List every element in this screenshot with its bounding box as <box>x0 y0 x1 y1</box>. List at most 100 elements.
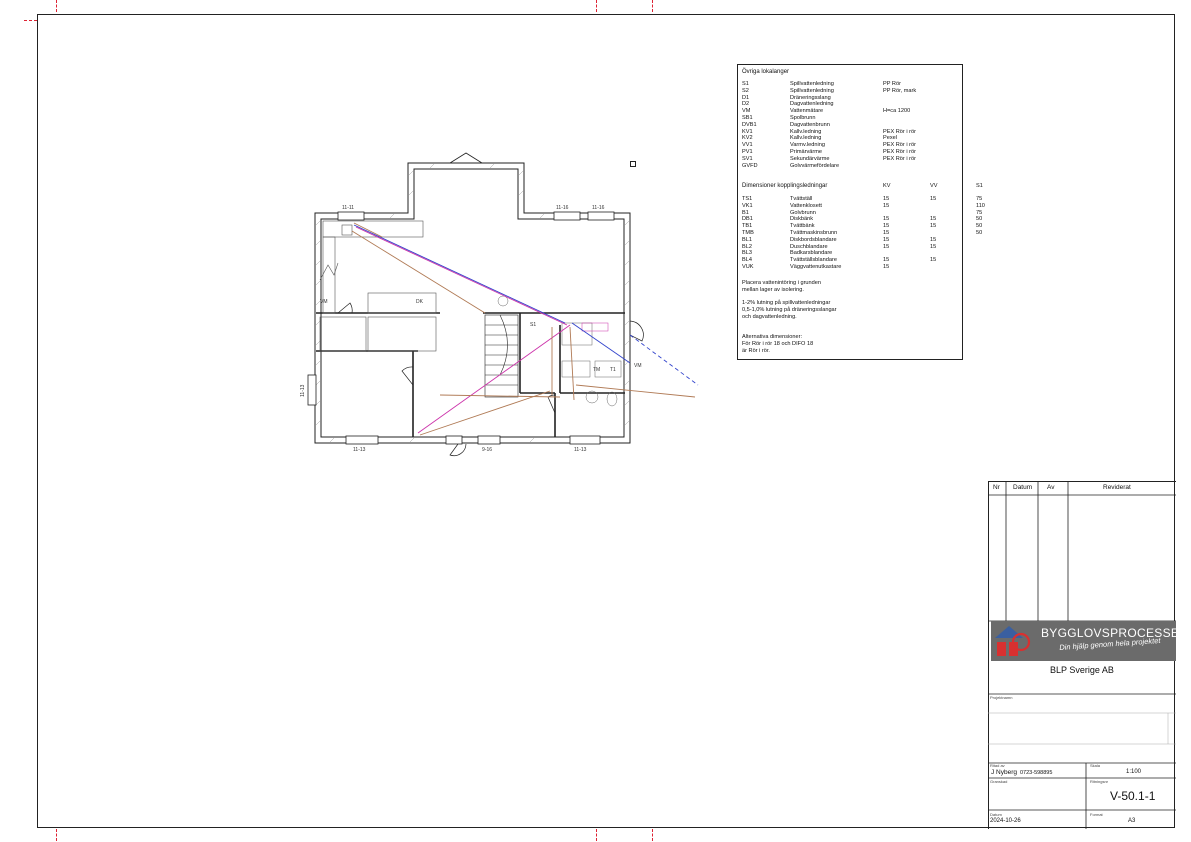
legend-kv: 15 <box>883 202 890 209</box>
window-label: 9-16 <box>482 447 492 453</box>
legend-vv: 15 <box>930 196 937 202</box>
legend-vv: 15 <box>930 243 937 250</box>
legend-kv: 15 <box>883 257 890 264</box>
tb-header-av: Av <box>1047 484 1055 491</box>
window-label: 11-13 <box>353 447 366 453</box>
legend-s1: 50 <box>976 223 983 230</box>
room-label: TM <box>593 367 600 373</box>
legend-name: Dräneringsslang <box>790 94 831 101</box>
legend-code: S2 <box>742 87 749 94</box>
legend-code: D1 <box>742 94 750 101</box>
legend-kv: 15 <box>883 236 890 243</box>
legend-kv: 15 <box>883 264 890 270</box>
window-label: 11-16 <box>592 205 605 211</box>
marker-square <box>630 161 636 167</box>
legend-section-2-title: Dimensioner kopplingsledningar <box>742 183 828 189</box>
legend-vv: 15 <box>930 216 937 223</box>
legend-code: SV1 <box>742 155 753 162</box>
legend-s1: 110 <box>976 202 985 209</box>
legend-material: PEX Rör i rör <box>883 149 916 155</box>
legend-material: H=ca 1200 <box>883 108 911 115</box>
legend-material: PEX Rör i rör <box>883 155 916 162</box>
company-logo: BYGGLOVSPROCESSEN Din hjälp genom hela p… <box>991 621 1188 661</box>
legend-name: Tvättmaskinsbrunn <box>790 230 838 236</box>
legend-name: Duschblandare <box>790 243 828 250</box>
room-label: VM <box>320 299 328 305</box>
legend-code: PV1 <box>742 149 753 155</box>
legend-code: KV2 <box>742 135 753 142</box>
format: A3 <box>1128 818 1136 824</box>
room-label: VM <box>634 363 642 369</box>
legend-name: Spillvattenledning <box>790 87 834 94</box>
legend-code: DB1 <box>742 216 753 223</box>
tb-header-reviderat: Reviderat <box>1103 484 1131 491</box>
legend-code: TB1 <box>742 223 753 230</box>
legend-vv: 15 <box>930 236 937 243</box>
drawing-number: V-50.1-1 <box>1110 789 1156 803</box>
legend-code: VM <box>742 108 751 115</box>
legend-name: Golvvärmefördelare <box>790 162 840 169</box>
legend-s1: 75 <box>976 196 983 202</box>
field-ritningsnr: Ritningsnr <box>1090 779 1109 784</box>
legend-name: Kallv.ledning <box>790 135 822 142</box>
margin-tick <box>652 0 653 12</box>
legend-code: VV1 <box>742 142 753 149</box>
legend-name: Spillvattenledning <box>790 81 834 87</box>
legend-code: GVFD <box>742 162 758 169</box>
window-label: 11-11 <box>342 205 354 211</box>
room-label: S1 <box>530 322 536 328</box>
field-ritad-av: Ritad av <box>990 763 1005 768</box>
legend-note: är Rör i rör. <box>742 348 770 354</box>
legend-material: PEX Rör i rör <box>883 128 916 135</box>
legend-name: Golvbrunn <box>790 209 816 216</box>
legend-name: Vattenmätare <box>790 108 824 115</box>
legend-material: PEX Rör i rör <box>883 142 916 149</box>
legend-code: BL2 <box>742 243 752 250</box>
legend-name: Primärvärme <box>790 149 823 155</box>
legend-name: Diskbordsblandare <box>790 236 837 243</box>
legend-code: SB1 <box>742 115 753 121</box>
legend-name: Väggvattenutkastare <box>790 264 842 270</box>
legend-code: VUK <box>742 264 754 270</box>
legend-material: PP Rör <box>883 81 901 87</box>
legend-kv: 15 <box>883 230 890 236</box>
legend-name: Tvättställ <box>790 196 813 202</box>
room-label: T1 <box>610 367 616 373</box>
scale: 1:100 <box>1126 769 1142 775</box>
legend-name: Sekundärvärme <box>790 155 830 162</box>
window-label: 11-13 <box>574 447 587 453</box>
phone: 0723-598895 <box>1020 770 1053 776</box>
legend-code: TS1 <box>742 196 753 202</box>
legend-code: BL4 <box>742 257 752 264</box>
drawn-by: J Nyberg <box>991 769 1018 776</box>
legend-s1: 75 <box>976 209 983 216</box>
company-name: BLP Sverige AB <box>1050 665 1114 675</box>
legend-kv: 15 <box>883 223 890 230</box>
margin-tick <box>56 829 57 841</box>
legend-name: Tvättbänk <box>790 223 815 230</box>
legend-header-s1: S1 <box>976 183 983 189</box>
legend-note: och dagvattenledning. <box>742 314 797 320</box>
legend-note: mellan lager av isolering. <box>742 286 804 293</box>
legend-kv: 15 <box>883 216 890 223</box>
legend-name: Kallv.ledning <box>790 128 822 135</box>
window-label: 11-13 <box>300 384 306 397</box>
legend-name: Badkarsblandare <box>790 250 833 257</box>
legend-kv: 15 <box>883 243 890 250</box>
legend-code: KV1 <box>742 128 753 135</box>
margin-tick <box>56 0 57 12</box>
legend-name: Varmv.ledning <box>790 142 825 149</box>
window-label: 11-16 <box>556 205 569 211</box>
legend-code: D2 <box>742 101 750 108</box>
legend-note: För Rör i rör 18 och DIFO 18 <box>742 341 814 348</box>
legend-code: DVB1 <box>742 121 757 128</box>
field-granskad: Granskad <box>990 779 1008 784</box>
legend-note: Alternativa dimensioner: <box>742 334 803 341</box>
legend-material: PP Rör, mark <box>883 87 917 94</box>
logo-wordmark: BYGGLOVSPROCESSEN <box>1041 626 1189 640</box>
legend-note: Placera vattenintöring i grunden <box>742 280 821 286</box>
legend-s1: 50 <box>976 230 983 236</box>
legend-name: Dagvattenledning <box>790 101 834 108</box>
legend-box: Övriga lokalanger S1 Spillvattenledning PP… <box>737 64 985 360</box>
room-label: DK <box>416 299 424 305</box>
